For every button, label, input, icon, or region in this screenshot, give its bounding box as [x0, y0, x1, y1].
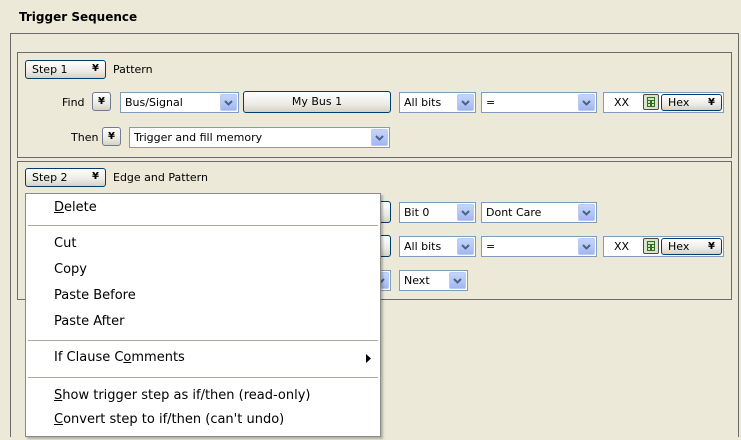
pattern-value-text: XX: [614, 96, 630, 109]
source-select[interactable]: Bus/Signal: [120, 92, 239, 113]
step-2-type: Edge and Pattern: [113, 171, 208, 184]
step-2-condition-value: Dont Care: [486, 206, 542, 219]
chevron-down-icon[interactable]: [457, 204, 474, 221]
menu-item-copy[interactable]: Copy: [54, 262, 87, 278]
double-chevron-down-icon: ¥: [92, 171, 99, 182]
menu-item-paste-before[interactable]: Paste Before: [54, 288, 136, 304]
step-1-button[interactable]: Step 1 ¥: [25, 60, 106, 79]
calculator-icon[interactable]: [643, 94, 659, 110]
operator-select[interactable]: =: [481, 92, 597, 113]
then-options-button[interactable]: ¥: [102, 127, 121, 146]
menu-item-convert-to-ifthen[interactable]: Convert step to if/then (can't undo): [54, 412, 284, 428]
step-2-format-button[interactable]: Hex ¥: [661, 238, 722, 255]
double-chevron-down-icon: ¥: [108, 131, 115, 142]
double-chevron-down-icon: ¥: [708, 97, 715, 108]
menu-item-show-as-ifthen[interactable]: Show trigger step as if/then (read-only): [54, 388, 311, 404]
bits-select[interactable]: All bits: [399, 92, 476, 113]
chevron-down-icon[interactable]: [578, 94, 595, 111]
step-2-operator-select[interactable]: =: [481, 236, 597, 257]
step-2-bits-select-row2[interactable]: All bits: [399, 236, 476, 257]
step-context-menu: Delete Cut Copy Paste Before Paste After…: [25, 193, 381, 437]
operator-select-value: =: [486, 96, 496, 109]
step-2-bits-value-row2: All bits: [404, 240, 442, 253]
double-chevron-down-icon: ¥: [92, 63, 99, 74]
chevron-down-icon[interactable]: [457, 94, 474, 111]
step-2-operator-value: =: [486, 240, 496, 253]
action-select-value: Trigger and fill memory: [134, 131, 263, 144]
step-2-next-value: Next: [404, 274, 430, 287]
panel-title: Trigger Sequence: [19, 10, 138, 24]
menu-item-delete[interactable]: Delete: [54, 200, 97, 216]
menu-separator: [28, 225, 378, 226]
step-2-next-select[interactable]: Next: [399, 270, 468, 291]
chevron-down-icon[interactable]: [371, 129, 388, 146]
chevron-down-icon[interactable]: [220, 94, 237, 111]
double-chevron-down-icon: ¥: [708, 241, 715, 252]
step-2-pattern-value-text: XX: [614, 240, 630, 253]
format-button[interactable]: Hex ¥: [661, 94, 722, 111]
menu-separator: [28, 377, 378, 378]
step-2-label: Step 2: [32, 170, 68, 184]
bits-select-value: All bits: [404, 96, 442, 109]
step-1-label: Step 1: [32, 62, 68, 76]
submenu-arrow-icon: [366, 353, 371, 366]
step-2-button[interactable]: Step 2 ¥: [25, 168, 106, 187]
bus-signal-button-label: My Bus 1: [291, 95, 343, 108]
source-select-value: Bus/Signal: [125, 96, 183, 109]
step-2-condition-select[interactable]: Dont Care: [481, 202, 597, 223]
menu-item-if-clause-comments[interactable]: If Clause Comments: [54, 350, 185, 366]
double-chevron-down-icon: ¥: [98, 96, 105, 107]
find-options-button[interactable]: ¥: [92, 92, 111, 111]
step-1-type: Pattern: [113, 63, 153, 76]
step-2-bits-value-row1: Bit 0: [404, 206, 430, 219]
chevron-down-icon[interactable]: [578, 238, 595, 255]
then-label: Then: [71, 131, 99, 144]
menu-item-paste-after[interactable]: Paste After: [54, 314, 124, 330]
action-select[interactable]: Trigger and fill memory: [129, 127, 390, 148]
menu-item-cut[interactable]: Cut: [54, 236, 76, 252]
chevron-down-icon[interactable]: [578, 204, 595, 221]
calculator-icon[interactable]: [643, 238, 659, 254]
step-2-format-label: Hex: [668, 239, 690, 253]
find-label: Find: [62, 96, 85, 109]
chevron-down-icon[interactable]: [449, 272, 466, 289]
menu-separator: [28, 340, 378, 341]
chevron-down-icon[interactable]: [457, 238, 474, 255]
bus-signal-button[interactable]: My Bus 1: [243, 91, 391, 113]
step-2-bits-select-row1[interactable]: Bit 0: [399, 202, 476, 223]
format-label: Hex: [668, 95, 690, 109]
